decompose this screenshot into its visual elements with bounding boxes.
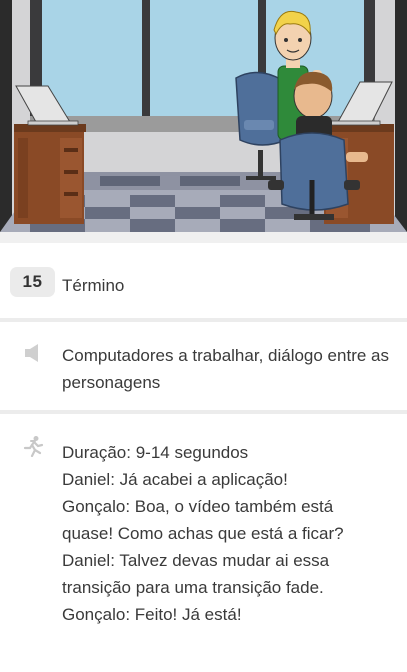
action-line: Gonçalo: Boa, o vídeo também está	[62, 497, 334, 516]
action-line: Daniel: Talvez devas mudar ai essa	[62, 551, 330, 570]
running-person-icon	[22, 435, 44, 462]
speaker-icon	[24, 343, 42, 368]
scene-number-badge: 15	[10, 267, 55, 297]
action-line: Daniel: Já acabei a aplicação!	[62, 470, 288, 489]
scene-title[interactable]: Término	[62, 276, 124, 296]
action-description[interactable]: Duração: 9-14 segundos Daniel: Já acabei…	[62, 439, 398, 628]
section-gap	[0, 232, 407, 243]
action-line: Gonçalo: Feito! Já está!	[62, 605, 242, 624]
sound-description[interactable]: Computadores a trabalhar, diálogo entre …	[62, 342, 392, 396]
action-line: quase! Como achas que está a ficar?	[62, 524, 344, 543]
action-line: transição para uma transição fade.	[62, 578, 324, 597]
storyboard-illustration	[0, 0, 407, 232]
action-line: Duração: 9-14 segundos	[62, 443, 249, 462]
